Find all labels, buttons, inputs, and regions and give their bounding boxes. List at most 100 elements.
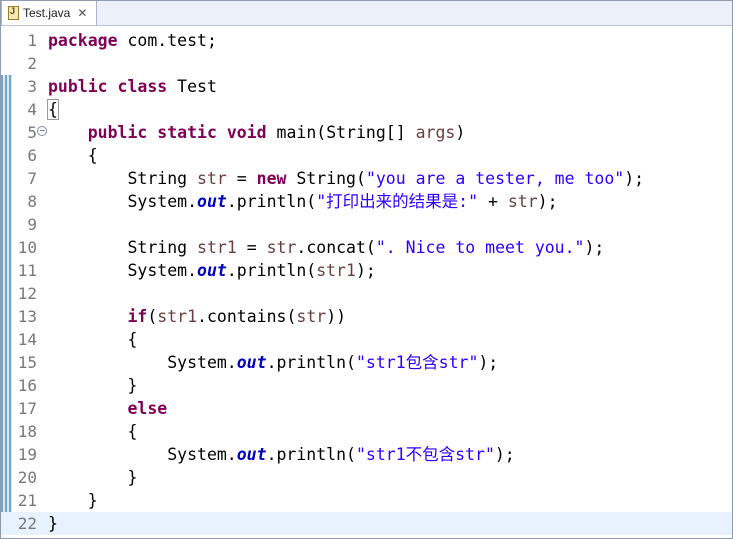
code-line[interactable]: 12 — [1, 282, 732, 305]
code-token: out — [197, 192, 227, 211]
code-token: class — [117, 77, 168, 96]
code-token: String — [48, 238, 198, 257]
code-line[interactable]: 16 } — [1, 374, 732, 397]
code-line[interactable]: 7 String str = new String("you are a tes… — [1, 167, 732, 190]
line-number: 21 — [17, 491, 37, 510]
code-token: System. — [48, 192, 198, 211]
code-token: System. — [48, 353, 237, 372]
code-line[interactable]: 18 { — [1, 420, 732, 443]
tab-title: Test.java — [23, 6, 71, 20]
code-token: static — [157, 123, 217, 142]
fold-collapse-icon[interactable]: − — [37, 126, 47, 136]
code-token: new — [256, 169, 287, 188]
line-number: 1 — [27, 31, 37, 50]
code-token: "打印出来的结果是:" — [316, 192, 479, 211]
line-number: 22 — [17, 514, 37, 533]
code-text: public class Test — [48, 75, 217, 98]
code-text: } — [48, 466, 137, 489]
code-token: } — [48, 376, 138, 395]
code-line[interactable]: 6 { — [1, 144, 732, 167]
code-token: str — [197, 169, 227, 188]
line-number: 19 — [17, 445, 37, 464]
code-token: .println( — [266, 445, 356, 464]
line-number: 7 — [27, 169, 37, 188]
code-text: { — [48, 328, 137, 351]
code-text: System.out.println("str1包含str"); — [48, 351, 498, 374]
code-token: .contains( — [197, 307, 297, 326]
code-token: str — [507, 192, 538, 211]
line-number: 12 — [17, 284, 37, 303]
code-token: } — [48, 491, 98, 510]
code-line[interactable]: 17 else — [1, 397, 732, 420]
code-token: public — [87, 123, 148, 142]
code-token: } — [48, 514, 58, 533]
code-text: System.out.println("str1不包含str"); — [48, 443, 515, 466]
code-token: ); — [537, 192, 558, 211]
editor-window: Test.java ✕ 1 package com.test; 2 3 public c… — [0, 0, 733, 539]
code-token: str — [266, 238, 297, 257]
code-token: )) — [326, 307, 347, 326]
code-token: str — [296, 307, 327, 326]
code-token: public — [48, 77, 108, 96]
code-line[interactable]: 3 public class Test — [1, 75, 732, 98]
code-line[interactable]: 5− public static void main(String[] args… — [1, 121, 732, 144]
code-token: args — [415, 123, 456, 142]
code-token: out — [197, 261, 227, 280]
java-file-icon — [8, 6, 19, 20]
code-text: else — [48, 397, 167, 420]
code-token: = — [226, 169, 257, 188]
code-line[interactable]: 9 — [1, 213, 732, 236]
code-line[interactable]: 20 } — [1, 466, 732, 489]
line-number: 3 — [27, 77, 37, 96]
code-line[interactable]: 13 if(str1.contains(str)) — [1, 305, 732, 328]
code-token: "str1包含str" — [355, 353, 479, 372]
line-number: 18 — [17, 422, 37, 441]
code-line[interactable]: 8 System.out.println("打印出来的结果是:" + str); — [1, 190, 732, 213]
code-token: str1 — [197, 238, 237, 257]
code-line[interactable]: 22} — [1, 512, 732, 535]
code-text: public static void main(String[] args) — [48, 121, 466, 144]
code-text: System.out.println(str1); — [48, 259, 375, 282]
code-line[interactable]: 2 — [1, 52, 732, 75]
code-token: package — [48, 31, 118, 50]
code-line[interactable]: 4{ — [1, 98, 732, 121]
line-number: 14 — [17, 330, 37, 349]
code-token: ( — [147, 307, 158, 326]
code-line[interactable]: 14 { — [1, 328, 732, 351]
code-token: { — [48, 330, 138, 349]
line-number: 13 — [17, 307, 37, 326]
line-number: 16 — [17, 376, 37, 395]
code-token: .concat( — [296, 238, 376, 257]
code-token: System. — [48, 261, 198, 280]
code-line[interactable]: 15 System.out.println("str1包含str"); — [1, 351, 732, 374]
tab-test-java[interactable]: Test.java ✕ — [1, 1, 97, 25]
line-number: 9 — [27, 215, 37, 234]
code-token: ". Nice to meet you." — [375, 238, 585, 257]
code-line[interactable]: 11 System.out.println(str1); — [1, 259, 732, 282]
code-line[interactable]: 19 System.out.println("str1不包含str"); — [1, 443, 732, 466]
code-token: main(String[] — [266, 123, 416, 142]
code-token: String — [48, 169, 198, 188]
code-line[interactable]: 21 } — [1, 489, 732, 512]
code-text: { — [48, 420, 137, 443]
code-editor[interactable]: 1 package com.test; 2 3 public class Test 4{5… — [1, 26, 732, 538]
code-text: { — [47, 98, 59, 121]
line-number: 20 — [17, 468, 37, 487]
code-token: { — [47, 99, 59, 120]
code-token: System. — [48, 445, 237, 464]
close-icon[interactable]: ✕ — [77, 6, 87, 20]
code-text: String str = new String("you are a teste… — [48, 167, 644, 190]
code-line[interactable]: 1 package com.test; — [1, 29, 732, 52]
code-text: System.out.println("打印出来的结果是:" + str); — [48, 190, 558, 213]
code-token: .println( — [266, 353, 356, 372]
code-line[interactable]: 10 String str1 = str.concat(". Nice to m… — [1, 236, 732, 259]
code-text: { — [48, 144, 98, 167]
line-number: 17 — [17, 399, 37, 418]
code-text: } — [48, 489, 98, 512]
code-token: str1 — [316, 261, 356, 280]
code-token: String( — [286, 169, 366, 188]
